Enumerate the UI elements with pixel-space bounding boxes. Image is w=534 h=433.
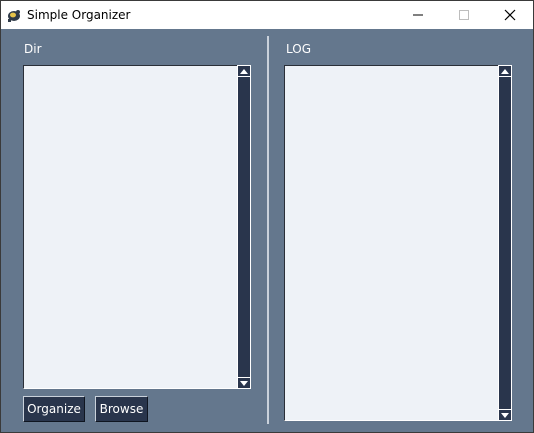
maximize-icon — [459, 10, 469, 20]
minimize-icon — [413, 14, 423, 16]
app-icon — [8, 10, 20, 22]
log-scroll-down-button[interactable] — [499, 410, 511, 420]
scroll-up-arrow-icon — [240, 68, 248, 74]
pane-separator — [267, 36, 269, 424]
close-icon — [504, 9, 516, 21]
close-button[interactable] — [487, 1, 533, 29]
scroll-up-arrow-icon — [501, 68, 509, 74]
client-area: Dir Organize Browse LOG — [1, 29, 533, 432]
scroll-down-arrow-icon — [501, 412, 509, 418]
browse-button[interactable]: Browse — [95, 396, 148, 422]
dir-scroll-up-button[interactable] — [238, 66, 250, 76]
dir-listbox[interactable] — [23, 65, 238, 389]
log-textarea[interactable] — [284, 65, 499, 421]
log-label: LOG — [286, 42, 312, 56]
minimize-button[interactable] — [395, 1, 441, 29]
log-scrollbar[interactable] — [498, 65, 512, 421]
maximize-button[interactable] — [441, 1, 487, 29]
log-scroll-track[interactable] — [499, 77, 511, 409]
app-window: Simple Organizer Dir Organize Browse LOG — [0, 0, 534, 433]
title-bar[interactable]: Simple Organizer — [1, 1, 533, 29]
log-scroll-up-button[interactable] — [499, 66, 511, 76]
dir-label: Dir — [24, 42, 42, 56]
organize-button[interactable]: Organize — [23, 396, 85, 422]
scroll-down-arrow-icon — [240, 380, 248, 386]
window-title: Simple Organizer — [27, 8, 131, 22]
dir-scrollbar[interactable] — [237, 65, 251, 389]
dir-scroll-down-button[interactable] — [238, 378, 250, 388]
dir-scroll-track[interactable] — [238, 77, 250, 377]
